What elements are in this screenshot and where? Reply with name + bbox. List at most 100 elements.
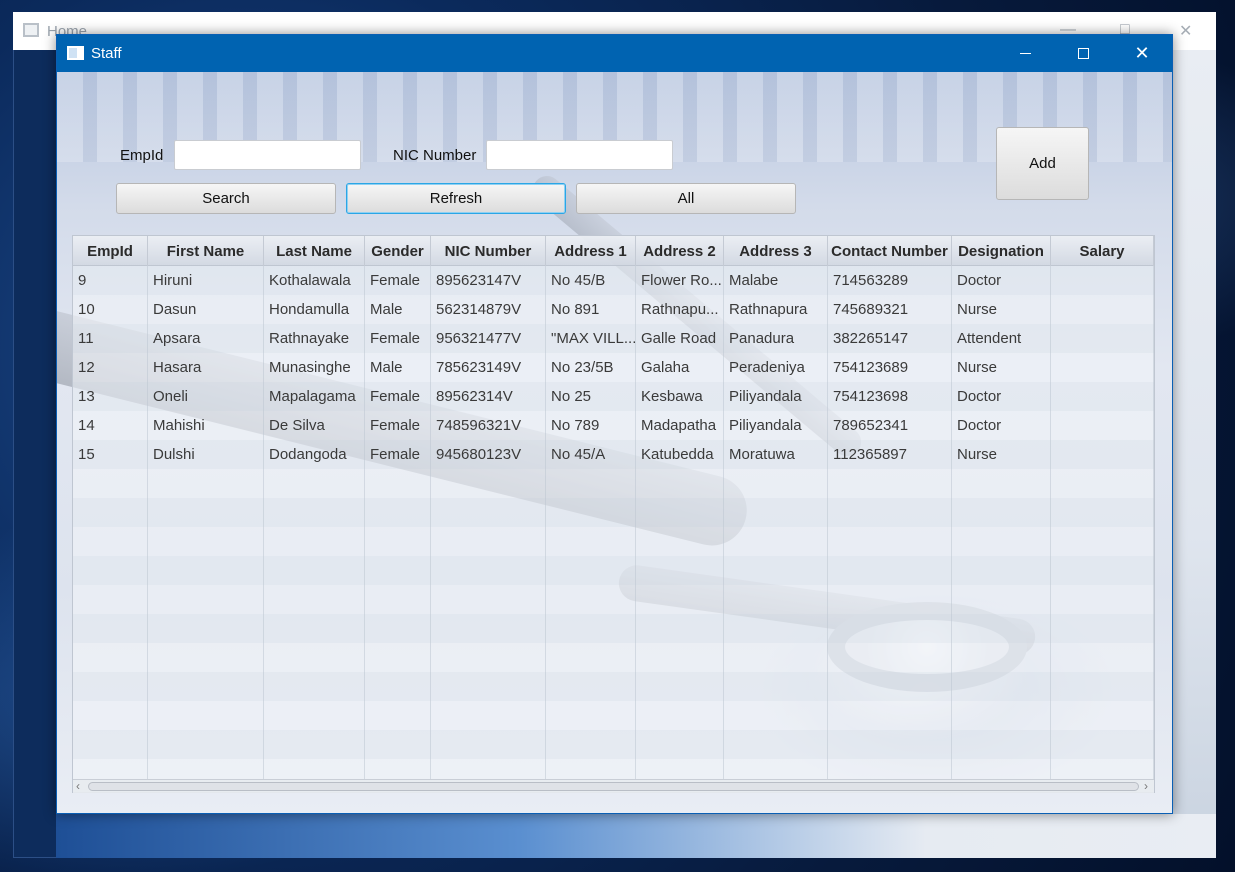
close-icon[interactable]: ✕	[1179, 21, 1192, 41]
table-cell: Flower Ro...	[636, 266, 724, 295]
column-header[interactable]: First Name	[148, 236, 264, 266]
add-button[interactable]: Add	[996, 127, 1089, 200]
table-cell: Female	[365, 411, 431, 440]
table-cell	[148, 701, 264, 730]
column-header[interactable]: Salary	[1051, 236, 1154, 266]
table-cell	[365, 556, 431, 585]
column-header[interactable]: EmpId	[73, 236, 148, 266]
table-cell	[828, 469, 952, 498]
table-cell: 748596321V	[431, 411, 546, 440]
table-row[interactable]: 14 Mahishi De Silva Female 748596321V No 789 M…	[73, 411, 1154, 440]
table-cell: Galle Road	[636, 324, 724, 353]
table-cell	[148, 498, 264, 527]
close-button[interactable]: ✕	[1113, 35, 1171, 72]
table-cell	[546, 527, 636, 556]
table-row[interactable]	[73, 585, 1154, 614]
table-cell: Munasinghe	[264, 353, 365, 382]
table-cell	[636, 759, 724, 779]
table-cell	[636, 643, 724, 672]
table-cell	[1051, 353, 1154, 382]
table-cell	[636, 730, 724, 759]
table-cell	[724, 643, 828, 672]
table-row[interactable]: 11 Apsara Rathnayake Female 956321477V "MAX V…	[73, 324, 1154, 353]
table-cell	[546, 672, 636, 701]
table-row[interactable]: 10 Dasun Hondamulla Male 562314879V No 891 Rat…	[73, 295, 1154, 324]
table-cell	[828, 730, 952, 759]
table-cell	[828, 498, 952, 527]
table-cell: Male	[365, 295, 431, 324]
table-cell	[952, 614, 1051, 643]
table-row[interactable]: 9 Hiruni Kothalawala Female 895623147V No 45/…	[73, 266, 1154, 295]
table-cell	[952, 498, 1051, 527]
empid-input[interactable]	[174, 140, 361, 170]
table-cell	[828, 672, 952, 701]
table-cell	[1051, 701, 1154, 730]
table-row[interactable]: 13 Oneli Mapalagama Female 89562314V No 25 Kes…	[73, 382, 1154, 411]
table-row[interactable]: 15 Dulshi Dodangoda Female 945680123V No 45/A…	[73, 440, 1154, 469]
table-cell	[724, 498, 828, 527]
table-row[interactable]: 12 Hasara Munasinghe Male 785623149V No 23/5B…	[73, 353, 1154, 382]
chevron-left-icon[interactable]: ‹	[76, 779, 80, 793]
maximize-button[interactable]	[1054, 35, 1112, 72]
chevron-right-icon[interactable]: ›	[1144, 779, 1148, 793]
table-cell	[365, 730, 431, 759]
table-row[interactable]	[73, 643, 1154, 672]
table-cell	[148, 730, 264, 759]
table-cell: 9	[73, 266, 148, 295]
column-header[interactable]: Address 2	[636, 236, 724, 266]
home-window-content	[1173, 50, 1216, 858]
table-cell: No 891	[546, 295, 636, 324]
column-header[interactable]: Address 1	[546, 236, 636, 266]
table-cell: Madapatha	[636, 411, 724, 440]
table-cell	[431, 643, 546, 672]
table-cell	[952, 759, 1051, 779]
table-row[interactable]	[73, 556, 1154, 585]
table-cell	[546, 585, 636, 614]
table-cell: Dasun	[148, 295, 264, 324]
table-row[interactable]	[73, 527, 1154, 556]
table-cell: 945680123V	[431, 440, 546, 469]
window-title: Staff	[91, 45, 122, 62]
nic-input[interactable]	[486, 140, 673, 170]
table-cell	[1051, 672, 1154, 701]
table-row[interactable]	[73, 614, 1154, 643]
table-cell	[431, 759, 546, 779]
staff-table[interactable]: EmpId First Name Last Name Gender NIC Number…	[72, 235, 1155, 793]
scrollbar-thumb[interactable]	[88, 782, 1139, 791]
all-button[interactable]: All	[576, 183, 796, 214]
column-header[interactable]: NIC Number	[431, 236, 546, 266]
table-cell	[952, 469, 1051, 498]
table-cell	[365, 469, 431, 498]
column-header[interactable]: Designation	[952, 236, 1051, 266]
table-cell: Rathnapu...	[636, 295, 724, 324]
search-button[interactable]: Search	[116, 183, 336, 214]
table-cell	[636, 701, 724, 730]
table-row[interactable]	[73, 469, 1154, 498]
table-row[interactable]	[73, 498, 1154, 527]
minimize-button[interactable]	[996, 35, 1054, 72]
horizontal-scrollbar[interactable]: ‹ ›	[73, 779, 1154, 793]
table-cell: 754123689	[828, 353, 952, 382]
table-row[interactable]	[73, 672, 1154, 701]
table-row[interactable]	[73, 701, 1154, 730]
table-cell	[724, 730, 828, 759]
table-cell	[73, 643, 148, 672]
column-header[interactable]: Contact Number	[828, 236, 952, 266]
table-cell	[1051, 440, 1154, 469]
table-cell	[148, 527, 264, 556]
table-cell	[365, 672, 431, 701]
table-row[interactable]	[73, 759, 1154, 779]
table-row[interactable]	[73, 730, 1154, 759]
table-body: 9 Hiruni Kothalawala Female 895623147V No 45/…	[73, 266, 1154, 779]
table-cell	[148, 469, 264, 498]
table-cell	[952, 585, 1051, 614]
column-header[interactable]: Gender	[365, 236, 431, 266]
refresh-button[interactable]: Refresh	[346, 183, 566, 214]
table-cell: Katubedda	[636, 440, 724, 469]
titlebar: Staff ✕	[57, 35, 1172, 72]
column-header[interactable]: Last Name	[264, 236, 365, 266]
table-cell	[365, 701, 431, 730]
column-header[interactable]: Address 3	[724, 236, 828, 266]
maximize-icon	[1077, 48, 1089, 59]
table-cell	[636, 614, 724, 643]
